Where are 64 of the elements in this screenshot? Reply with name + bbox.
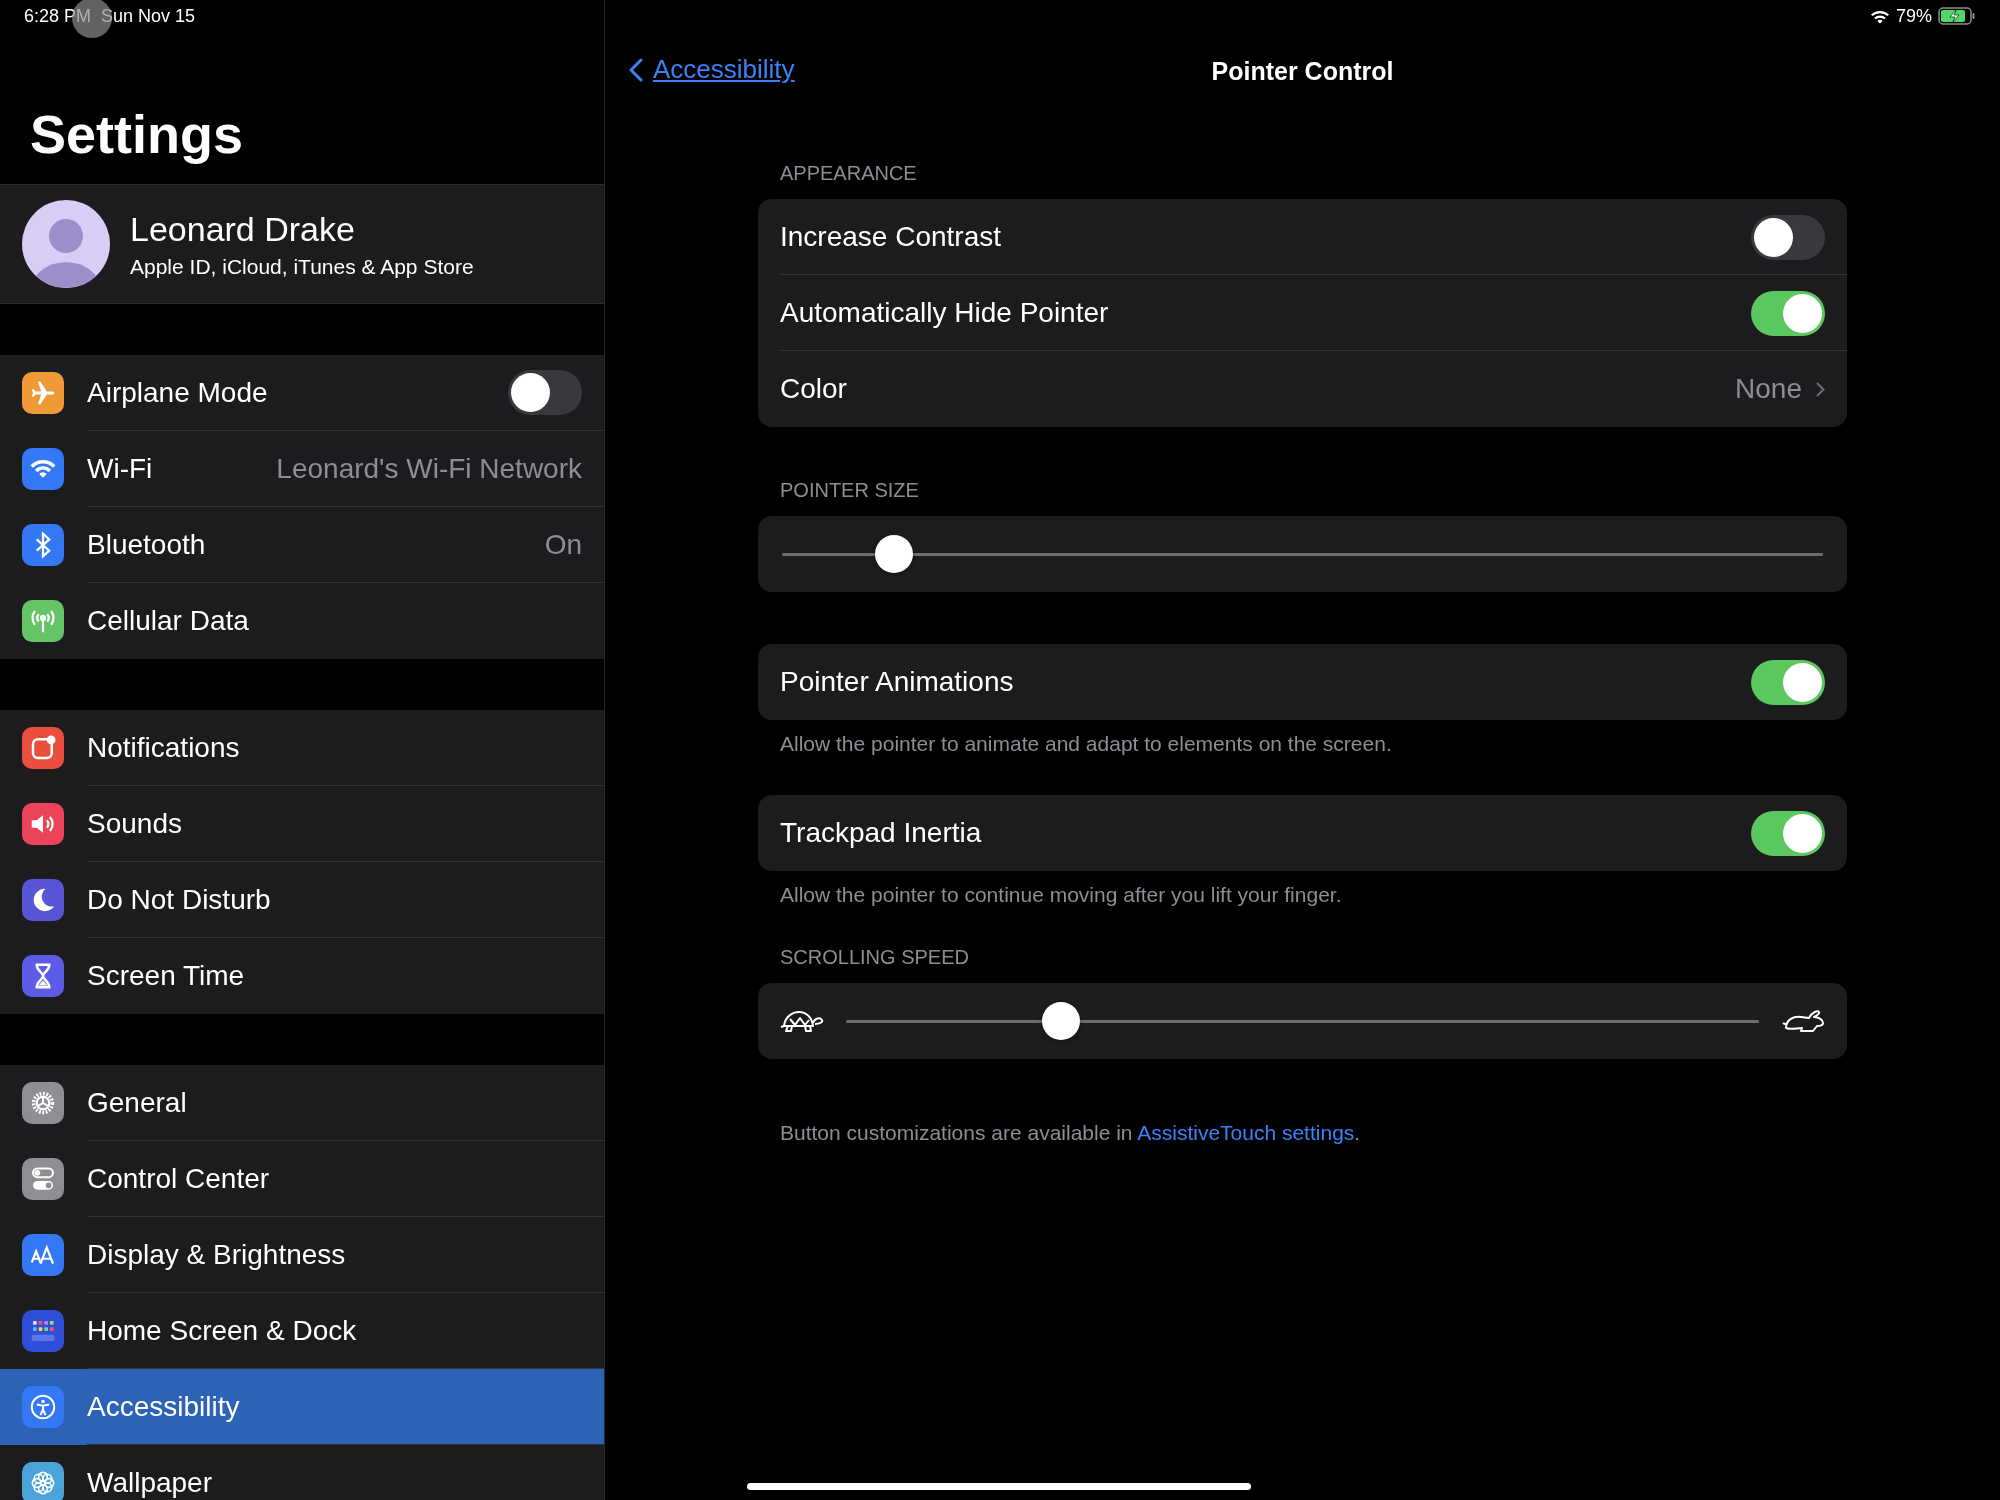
rabbit-icon bbox=[1781, 1007, 1825, 1035]
sidebar-item[interactable]: Accessibility bbox=[0, 1369, 604, 1445]
setting-label: Pointer Animations bbox=[780, 666, 1014, 698]
slider-thumb[interactable] bbox=[875, 535, 914, 573]
profile-subtitle: Apple ID, iCloud, iTunes & App Store bbox=[130, 254, 474, 279]
item-label: Wallpaper bbox=[87, 1467, 212, 1499]
section-footer: Allow the pointer to continue moving after you lift your finger. bbox=[780, 883, 1342, 906]
item-value: On bbox=[544, 528, 582, 561]
item-label: Display & Brightness bbox=[87, 1238, 346, 1271]
section-header: POINTER SIZE bbox=[780, 479, 919, 501]
section-footer: Allow the pointer to animate and adapt to elements on the screen. bbox=[780, 732, 1392, 755]
setting-label: Increase Contrast bbox=[780, 221, 1001, 253]
toggle-switch[interactable] bbox=[508, 370, 582, 415]
sidebar-item[interactable]: Airplane Mode bbox=[0, 355, 604, 431]
setting-value: None bbox=[1735, 373, 1802, 405]
sidebar-item[interactable]: Screen Time bbox=[0, 938, 604, 1014]
toggle-switch[interactable] bbox=[1751, 810, 1825, 856]
slider-thumb[interactable] bbox=[1042, 1002, 1081, 1040]
profile-name: Leonard Drake bbox=[130, 209, 356, 249]
setting-label: Color bbox=[780, 373, 847, 405]
sidebar-item[interactable]: Sounds bbox=[0, 786, 604, 862]
back-chevron-icon bbox=[629, 57, 643, 82]
page-title: Pointer Control bbox=[1211, 56, 1394, 86]
assistivetouch-link[interactable]: AssistiveTouch settings bbox=[1137, 1121, 1355, 1144]
item-label: Airplane Mode bbox=[87, 376, 268, 409]
item-label: Control Center bbox=[87, 1162, 270, 1195]
sidebar-item[interactable]: Wi-Fi Leonard's Wi-Fi Network bbox=[0, 431, 604, 507]
sidebar-title: Settings bbox=[30, 103, 245, 166]
chevron-icon bbox=[1816, 381, 1825, 397]
slider[interactable] bbox=[782, 534, 1823, 574]
battery-percent: 79% bbox=[1895, 5, 1932, 27]
sidebar-item[interactable]: Wallpaper bbox=[0, 1445, 604, 1500]
sidebar-item[interactable]: Cellular Data bbox=[0, 583, 604, 659]
sidebar-item[interactable]: Bluetooth On bbox=[0, 507, 604, 583]
back-link[interactable]: Accessibility bbox=[625, 50, 799, 89]
item-label: Wi-Fi bbox=[87, 452, 153, 485]
section-header: APPEARANCE bbox=[780, 162, 917, 184]
setting-label: Trackpad Inertia bbox=[780, 817, 982, 849]
item-label: Home Screen & Dock bbox=[87, 1314, 357, 1347]
footer-note: Button customizations are available in AssistiveTouch settings. bbox=[779, 1121, 1362, 1145]
sidebar-item[interactable]: Control Center bbox=[0, 1141, 604, 1217]
item-label: Screen Time bbox=[87, 960, 245, 992]
sidebar-item[interactable]: Notifications bbox=[0, 710, 604, 786]
item-label: Accessibility bbox=[87, 1390, 240, 1423]
item-label: Notifications bbox=[87, 731, 240, 764]
sidebar-item[interactable]: Display & Brightness bbox=[0, 1217, 604, 1293]
toggle-switch[interactable] bbox=[1751, 290, 1825, 336]
section-header: SCROLLING SPEED bbox=[780, 946, 969, 968]
toggle-switch[interactable] bbox=[1751, 659, 1825, 705]
item-label: General bbox=[87, 1086, 187, 1119]
toggle-switch[interactable] bbox=[1751, 214, 1825, 260]
setting-label: Automatically Hide Pointer bbox=[780, 297, 1109, 329]
item-label: Do Not Disturb bbox=[87, 883, 271, 916]
item-label: Sounds bbox=[87, 807, 182, 840]
sidebar-item[interactable]: Do Not Disturb bbox=[0, 862, 604, 938]
status-date: Sun Nov 15 bbox=[101, 5, 196, 27]
profile-row[interactable]: Leonard Drake Apple ID, iCloud, iTunes & App Store bbox=[0, 184, 604, 304]
slider[interactable] bbox=[846, 1001, 1759, 1041]
battery-charging-icon bbox=[1938, 7, 1976, 25]
wifi-icon bbox=[1869, 8, 1890, 24]
item-value: Leonard's Wi-Fi Network bbox=[276, 452, 582, 485]
item-label: Bluetooth bbox=[87, 528, 206, 561]
item-label: Cellular Data bbox=[87, 605, 249, 637]
sidebar-item[interactable]: General bbox=[0, 1065, 604, 1141]
